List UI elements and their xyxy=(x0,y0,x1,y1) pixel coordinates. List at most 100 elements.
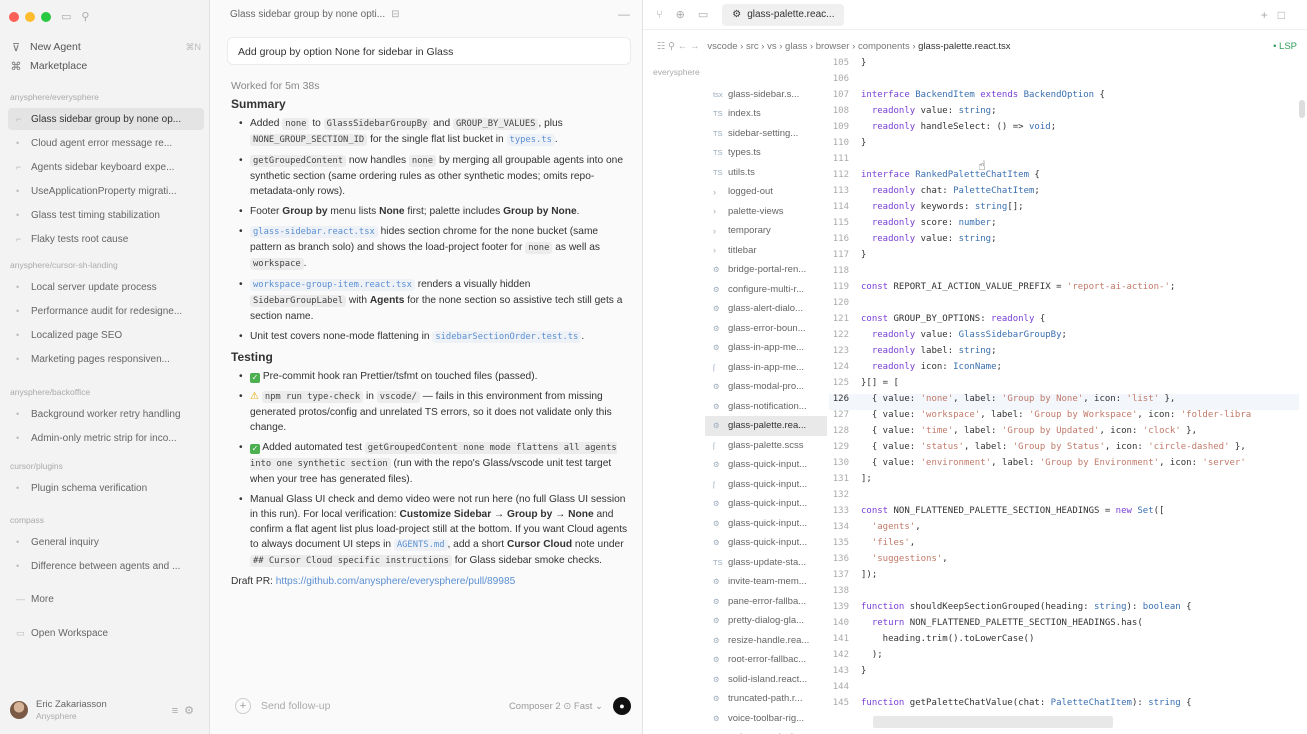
file-item[interactable]: ⚙ bridge-portal-ren... xyxy=(713,260,823,280)
file-item[interactable]: ⚙ voice-toolbar-rig... xyxy=(713,708,823,728)
group-header[interactable]: anysphere/backoffice xyxy=(10,387,90,397)
sidebar-agent-item[interactable]: • Marketing pages responsiven... xyxy=(8,348,204,370)
code-line: 108 readonly value: string; xyxy=(829,106,1299,122)
file-item[interactable]: ⚙ glass-quick-input... xyxy=(713,533,823,553)
file-item[interactable]: TS utils.ts xyxy=(713,162,823,182)
file-item[interactable]: TS index.ts xyxy=(713,104,823,124)
breadcrumb-item[interactable]: src xyxy=(746,41,759,52)
group-header[interactable]: compass xyxy=(10,515,44,525)
line-number: 141 xyxy=(832,634,849,644)
file-item[interactable]: tsx glass-sidebar.s... xyxy=(713,84,823,104)
breadcrumb-item[interactable]: browser xyxy=(816,41,850,52)
group-header[interactable]: anysphere/everysphere xyxy=(10,92,99,102)
user-profile[interactable]: Eric Zakariasson Anysphere ≡⚙ xyxy=(10,696,200,724)
sidebar-agent-item[interactable]: ⌐ Flaky tests root cause xyxy=(8,228,204,250)
expand-icon[interactable]: ⊟ xyxy=(391,9,399,20)
file-item[interactable]: ⚙ glass-error-boun... xyxy=(713,318,823,338)
mouse-cursor-icon: ☝ xyxy=(978,158,986,173)
sidebar-agent-item[interactable]: • Localized page SEO xyxy=(8,324,204,346)
file-item[interactable]: ⚙ glass-quick-input... xyxy=(713,513,823,533)
search-icon[interactable]: ⚲ xyxy=(81,10,89,23)
sidebar-agent-item[interactable]: • Local server update process xyxy=(8,276,204,298)
sidebar-agent-item[interactable]: • Glass test timing stabilization xyxy=(8,204,204,226)
file-item[interactable]: ⚙ truncated-path.r... xyxy=(713,689,823,709)
new-tab-icon[interactable]: +□ xyxy=(1261,8,1295,22)
file-item[interactable]: ⚙ resize-handle.rea... xyxy=(713,630,823,650)
sidebar-agent-item[interactable]: • Cloud agent error message re... xyxy=(8,132,204,154)
file-item[interactable]: TS glass-update-sta... xyxy=(713,552,823,572)
model-selector[interactable]: Composer 2 ⊙ Fast ⌄ xyxy=(509,701,603,712)
group-header[interactable]: cursor/plugins xyxy=(10,461,63,471)
settings-icon[interactable]: ≡⚙ xyxy=(172,704,200,717)
file-item[interactable]: ⚙ glass-notification... xyxy=(713,396,823,416)
sidebar-agent-item[interactable]: ⌐ Agents sidebar keyboard expe... xyxy=(8,156,204,178)
lsp-status[interactable]: • LSP xyxy=(1273,41,1297,52)
file-item[interactable]: ⚙ glass-quick-input... xyxy=(713,494,823,514)
breadcrumb-item[interactable]: vs xyxy=(767,41,777,52)
group-header[interactable]: anysphere/cursor-sh-landing xyxy=(10,260,118,270)
file-item[interactable]: › palette-views xyxy=(713,201,823,221)
voice-button[interactable]: ● xyxy=(613,697,631,715)
add-context-button[interactable]: + xyxy=(235,698,251,714)
file-item[interactable]: ʃ glass-quick-input... xyxy=(713,474,823,494)
sidebar-agent-item[interactable]: • Difference between agents and ... xyxy=(8,555,204,577)
list-icon[interactable]: ☷ ⚲ ← → xyxy=(657,41,699,52)
chat-tab[interactable]: Glass sidebar group by none opti... ⊟ xyxy=(230,9,399,20)
scrollbar[interactable] xyxy=(1299,100,1305,118)
code-editor[interactable]: 105 } 106 107 interface BackendItem exte… xyxy=(829,56,1307,734)
minimize-window-button[interactable] xyxy=(25,11,35,22)
line-number: 136 xyxy=(832,554,849,564)
sidebar-agent-item[interactable]: • Admin-only metric strip for inco... xyxy=(8,427,204,449)
file-item[interactable]: ʃ glass-palette.scss xyxy=(713,435,823,455)
new-agent-button[interactable]: ⊽ New Agent ⌘N xyxy=(10,37,201,57)
close-window-button[interactable] xyxy=(9,11,19,22)
code-text: ]; xyxy=(861,474,872,484)
globe-icon[interactable]: ⊕ xyxy=(676,8,685,21)
file-item[interactable]: ⚙ glass-alert-dialo... xyxy=(713,299,823,319)
more-button[interactable]: — More xyxy=(8,588,204,610)
maximize-window-button[interactable] xyxy=(41,11,51,22)
file-item[interactable]: ⚙ root-error-fallbac... xyxy=(713,650,823,670)
draft-pr-link[interactable]: https://github.com/anysphere/everysphere… xyxy=(276,576,516,587)
file-item[interactable]: TS types.ts xyxy=(713,143,823,163)
branch-icon[interactable]: ⑂ xyxy=(656,9,663,21)
sidebar-agent-item[interactable]: • Plugin schema verification xyxy=(8,477,204,499)
file-item[interactable]: › logged-out xyxy=(713,182,823,202)
sidebar-agent-item[interactable]: • Background worker retry handling xyxy=(8,403,204,425)
file-item[interactable]: TS sidebar-setting... xyxy=(713,123,823,143)
marketplace-button[interactable]: ⌘ Marketplace xyxy=(10,56,201,76)
file-item[interactable]: ⚙ pretty-dialog-gla... xyxy=(713,611,823,631)
file-item[interactable]: ⚙ solid-island.react... xyxy=(713,669,823,689)
sidebar-agent-item[interactable]: • Performance audit for redesigne... xyxy=(8,300,204,322)
minimize-chat-icon[interactable]: — xyxy=(618,7,630,21)
layout-icon[interactable]: ▭ xyxy=(61,10,71,23)
file-item[interactable]: ⚙ glass-in-app-me... xyxy=(713,338,823,358)
file-item[interactable]: ⚙ pane-error-fallba... xyxy=(713,591,823,611)
agent-status-icon: • xyxy=(16,409,20,419)
file-item[interactable]: ⚙ glass-quick-input... xyxy=(713,455,823,475)
breadcrumb-item[interactable]: components xyxy=(858,41,910,52)
file-item[interactable]: ⚙ glass-palette.rea... xyxy=(705,415,827,436)
file-item[interactable]: ⚙ welcome-splash-... xyxy=(713,728,823,734)
file-type-icon: ⚙ xyxy=(713,323,720,333)
breadcrumb-item[interactable]: glass-palette.react.tsx xyxy=(918,41,1010,52)
sidebar-agent-item[interactable]: ⌐ Glass sidebar group by none op... xyxy=(8,108,204,130)
breadcrumb-item[interactable]: vscode xyxy=(707,41,737,52)
code-line: 131 ]; xyxy=(829,474,1299,490)
code-text: interface RankedPaletteChatItem { xyxy=(861,170,1040,180)
file-item[interactable]: ⚙ configure-multi-r... xyxy=(713,279,823,299)
open-workspace-button[interactable]: ▭ Open Workspace xyxy=(8,622,204,644)
breadcrumb-item[interactable]: glass xyxy=(785,41,807,52)
chevron-right-icon: › xyxy=(809,40,814,52)
file-item[interactable]: ʃ glass-in-app-me... xyxy=(713,357,823,377)
sidebar-agent-item[interactable]: • General inquiry xyxy=(8,531,204,553)
panel-icon[interactable]: ▭ xyxy=(698,8,708,21)
editor-tab[interactable]: ⚙ glass-palette.reac... xyxy=(722,3,845,26)
sidebar-agent-item[interactable]: • UseApplicationProperty migrati... xyxy=(8,180,204,202)
agent-status-icon: • xyxy=(16,210,20,220)
file-item[interactable]: › temporary xyxy=(713,221,823,241)
follow-up-input[interactable]: Send follow-up xyxy=(261,700,330,712)
file-item[interactable]: › titlebar xyxy=(713,240,823,260)
file-item[interactable]: ⚙ invite-team-mem... xyxy=(713,572,823,592)
file-item[interactable]: ⚙ glass-modal-pro... xyxy=(713,377,823,397)
